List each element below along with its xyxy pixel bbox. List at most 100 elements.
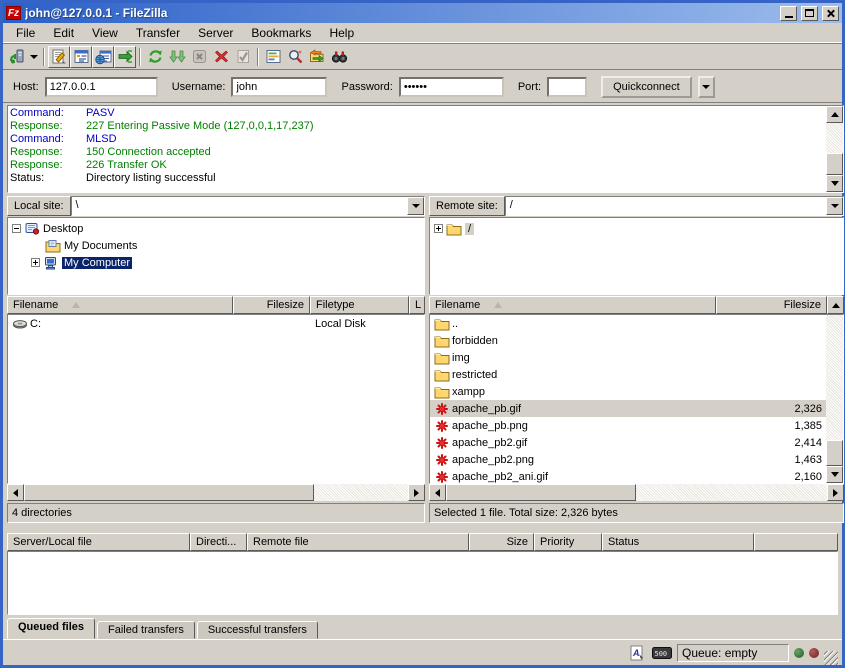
- column-filename[interactable]: Filename: [7, 296, 233, 314]
- scroll-thumb[interactable]: [24, 484, 314, 501]
- remote-site-value[interactable]: /: [506, 197, 826, 215]
- menu-help[interactable]: Help: [320, 24, 363, 42]
- remote-file-row-selected[interactable]: apache_pb.gif 2,326: [430, 400, 826, 417]
- collapse-icon[interactable]: [12, 224, 21, 233]
- remote-site-dropdown[interactable]: [826, 197, 843, 215]
- transfer-queue-list[interactable]: [7, 551, 838, 615]
- remote-dir-row[interactable]: forbidden: [430, 332, 826, 349]
- host-input[interactable]: [45, 77, 158, 97]
- port-input[interactable]: [547, 77, 587, 97]
- remote-dir-row[interactable]: xampp: [430, 383, 826, 400]
- local-site-dropdown[interactable]: [407, 197, 424, 215]
- search-button[interactable]: [284, 46, 306, 68]
- menu-edit[interactable]: Edit: [44, 24, 83, 42]
- remote-list-vscrollbar[interactable]: [826, 315, 843, 483]
- cancel-operation-button[interactable]: [188, 46, 210, 68]
- ascii-datatype-indicator[interactable]: [627, 644, 647, 662]
- reconnect-button[interactable]: [232, 46, 254, 68]
- remote-dir-row[interactable]: restricted: [430, 366, 826, 383]
- column-remote-file[interactable]: Remote file: [247, 533, 469, 551]
- process-queue-button[interactable]: [166, 46, 188, 68]
- column-direction[interactable]: Directi...: [190, 533, 247, 551]
- tab-queued-files[interactable]: Queued files: [7, 618, 95, 639]
- close-button[interactable]: [822, 6, 839, 21]
- scroll-down-button[interactable]: [826, 466, 843, 483]
- toggle-remote-tree-button[interactable]: [92, 46, 114, 68]
- toggle-local-tree-button[interactable]: [70, 46, 92, 68]
- scroll-right-button[interactable]: [408, 484, 425, 501]
- remote-dir-row[interactable]: img: [430, 349, 826, 366]
- image-file-icon: [434, 436, 450, 450]
- scroll-up-button[interactable]: [826, 106, 843, 123]
- tab-successful-transfers[interactable]: Successful transfers: [197, 621, 318, 639]
- tree-item-desktop[interactable]: Desktop: [12, 220, 424, 237]
- arrow-up-icon: [831, 112, 839, 117]
- column-last-modified[interactable]: L: [409, 296, 425, 314]
- remote-file-row[interactable]: apache_pb2.png 1,463: [430, 451, 826, 468]
- scroll-right-button[interactable]: [827, 484, 844, 501]
- tree-item-root[interactable]: /: [434, 220, 843, 237]
- scroll-left-button[interactable]: [429, 484, 446, 501]
- menu-transfer[interactable]: Transfer: [127, 24, 189, 42]
- column-server-local-file[interactable]: Server/Local file: [7, 533, 190, 551]
- scroll-track[interactable]: [446, 484, 827, 501]
- log-line: Command:MLSD: [10, 133, 843, 146]
- local-file-row[interactable]: C: Local Disk: [8, 315, 424, 332]
- menu-bookmarks[interactable]: Bookmarks: [242, 24, 320, 42]
- column-status[interactable]: Status: [602, 533, 754, 551]
- scroll-left-button[interactable]: [7, 484, 24, 501]
- remote-file-row[interactable]: apache_pb2_ani.gif 2,160: [430, 468, 826, 484]
- title-bar[interactable]: Fz john@127.0.0.1 - FileZilla: [3, 3, 842, 23]
- maximize-button[interactable]: [801, 6, 818, 21]
- scroll-track[interactable]: [826, 123, 843, 175]
- local-site-value[interactable]: \: [72, 197, 407, 215]
- column-size[interactable]: Size: [469, 533, 534, 551]
- scroll-thumb[interactable]: [826, 153, 843, 175]
- remote-file-row[interactable]: apache_pb.png 1,385: [430, 417, 826, 434]
- disconnect-button[interactable]: [210, 46, 232, 68]
- resize-grip[interactable]: [824, 651, 838, 665]
- tree-item-my-computer[interactable]: My Computer: [12, 254, 424, 271]
- scroll-track[interactable]: [826, 315, 843, 466]
- remote-site-combo[interactable]: /: [505, 196, 844, 216]
- local-site-combo[interactable]: \: [71, 196, 425, 216]
- expand-icon[interactable]: [434, 224, 443, 233]
- password-input[interactable]: [399, 77, 504, 97]
- menu-file[interactable]: File: [7, 24, 44, 42]
- menu-server[interactable]: Server: [189, 24, 242, 42]
- compare-directories-button[interactable]: [262, 46, 284, 68]
- tree-item-my-documents[interactable]: My Documents: [12, 237, 424, 254]
- scroll-up-button[interactable]: [827, 296, 844, 314]
- remote-file-row[interactable]: apache_pb2.gif 2,414: [430, 434, 826, 451]
- sync-browsing-button[interactable]: [306, 46, 328, 68]
- site-manager-button[interactable]: [6, 46, 28, 68]
- scroll-thumb[interactable]: [826, 440, 843, 466]
- speedlimit-indicator[interactable]: 500: [652, 644, 672, 662]
- scroll-down-button[interactable]: [826, 175, 843, 192]
- site-manager-dropdown[interactable]: [28, 46, 40, 68]
- minimize-button[interactable]: [780, 6, 797, 21]
- column-priority[interactable]: Priority: [534, 533, 602, 551]
- tab-failed-transfers[interactable]: Failed transfers: [97, 621, 195, 639]
- site-manager-icon: [9, 48, 26, 65]
- remote-dir-row[interactable]: ..: [430, 315, 826, 332]
- column-filename[interactable]: Filename: [429, 296, 716, 314]
- quickconnect-button[interactable]: Quickconnect: [601, 76, 692, 98]
- column-filesize[interactable]: Filesize: [233, 296, 310, 314]
- menu-view[interactable]: View: [83, 24, 127, 42]
- quickconnect-dropdown[interactable]: [698, 76, 715, 98]
- log-scrollbar[interactable]: [826, 106, 843, 192]
- scroll-thumb[interactable]: [446, 484, 636, 501]
- expand-icon[interactable]: [31, 258, 40, 267]
- refresh-button[interactable]: [144, 46, 166, 68]
- filter-button[interactable]: [328, 46, 350, 68]
- column-filetype[interactable]: Filetype: [310, 296, 409, 314]
- toggle-log-button[interactable]: [48, 46, 70, 68]
- image-file-icon: [434, 470, 450, 484]
- scroll-track[interactable]: [24, 484, 408, 501]
- column-filesize[interactable]: Filesize: [716, 296, 827, 314]
- username-input[interactable]: [231, 77, 327, 97]
- toggle-queue-button[interactable]: [114, 46, 136, 68]
- remote-list-hscrollbar[interactable]: [429, 484, 844, 501]
- local-list-hscrollbar[interactable]: [7, 484, 425, 501]
